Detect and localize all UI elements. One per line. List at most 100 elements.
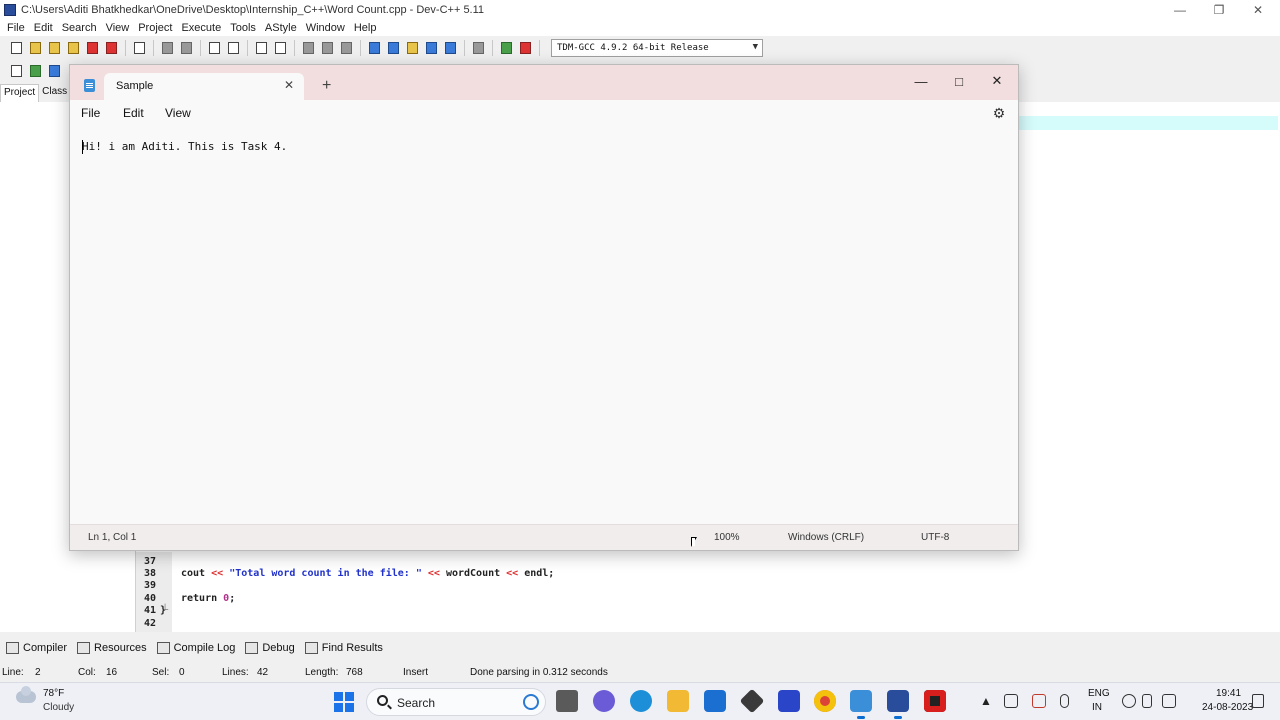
profile-chart-icon[interactable]	[498, 40, 515, 57]
redo-icon[interactable]	[178, 40, 195, 57]
save-icon[interactable]	[46, 40, 63, 57]
code-line[interactable]: 42	[136, 617, 156, 629]
microphone-icon[interactable]	[1060, 694, 1069, 708]
compile-run-icon[interactable]	[404, 40, 421, 57]
clock-date[interactable]: 24-08-2023	[1202, 702, 1253, 713]
notepad-minimize-icon[interactable]: —	[902, 69, 940, 93]
notepad-menu-view[interactable]: View	[165, 106, 191, 120]
notepad-encoding[interactable]: UTF-8	[921, 532, 949, 543]
notepad-titlebar[interactable]: Sample ✕ + — □ ✕	[70, 65, 1018, 100]
devcpp-titlebar[interactable]: C:\Users\Aditi Bhatkhedkar\OneDrive\Desk…	[0, 0, 1280, 19]
bookmark-forward-icon[interactable]	[319, 40, 336, 57]
add-to-project-icon[interactable]	[27, 63, 44, 80]
tab-project[interactable]: Project	[0, 84, 40, 102]
close-tab-icon[interactable]: ✕	[284, 78, 294, 92]
battery-icon[interactable]	[1162, 694, 1176, 708]
file-explorer-icon[interactable]	[667, 690, 689, 712]
microsoft-store-icon[interactable]	[704, 690, 726, 712]
task-view-icon[interactable]	[556, 690, 578, 712]
clock-time[interactable]: 19:41	[1216, 688, 1241, 699]
devcpp-close-icon[interactable]: ✕	[1238, 0, 1278, 19]
open-file-icon[interactable]	[27, 40, 44, 57]
notepad-menu-edit[interactable]: Edit	[123, 106, 144, 120]
notepad-close-icon[interactable]: ✕	[978, 69, 1016, 93]
tab-compile-log[interactable]: Compile Log	[156, 642, 242, 654]
menu-edit[interactable]: Edit	[31, 22, 59, 34]
cloud-weather-icon[interactable]	[16, 686, 36, 703]
menu-astyle[interactable]: AStyle	[262, 22, 303, 34]
notepad-tab[interactable]: Sample ✕	[104, 73, 304, 100]
find-icon[interactable]	[206, 40, 223, 57]
project-options-icon[interactable]	[46, 63, 63, 80]
tab-classes[interactable]: Class	[39, 84, 70, 102]
run-icon[interactable]	[385, 40, 402, 57]
volume-icon[interactable]	[1142, 694, 1152, 708]
network-globe-icon[interactable]	[1122, 694, 1136, 708]
weather-temperature[interactable]: 78°F	[43, 688, 64, 699]
screen-recorder-icon[interactable]	[924, 690, 946, 712]
menu-view[interactable]: View	[103, 22, 136, 34]
close-file-icon[interactable]	[84, 40, 101, 57]
devcpp-restore-icon[interactable]: ❐	[1199, 0, 1239, 19]
chat-icon[interactable]	[593, 690, 615, 712]
chrome-icon[interactable]	[814, 690, 836, 712]
devcpp-minimize-icon[interactable]: —	[1160, 0, 1200, 19]
new-tab-icon[interactable]: +	[322, 77, 331, 95]
notification-icon[interactable]	[1252, 694, 1264, 708]
gear-icon[interactable]: ⚙	[991, 105, 1007, 121]
close-all-icon[interactable]	[103, 40, 120, 57]
language-indicator[interactable]: ENG	[1088, 688, 1110, 699]
notepad-zoom-level[interactable]: 100%	[714, 532, 740, 543]
tab-resources[interactable]: Resources	[77, 642, 153, 654]
compiler-select[interactable]: TDM-GCC 4.9.2 64-bit Release ▼	[551, 39, 763, 57]
chevron-up-icon[interactable]: ▲	[980, 694, 992, 708]
menu-window[interactable]: Window	[303, 22, 351, 34]
dev-tool-icon[interactable]	[739, 688, 765, 714]
menu-search[interactable]: Search	[59, 22, 103, 34]
taskbar-search-box[interactable]: Search	[366, 688, 546, 716]
code-line[interactable]: 37	[136, 555, 174, 567]
print-icon[interactable]	[131, 40, 148, 57]
bookmark-back-icon[interactable]	[300, 40, 317, 57]
sync-icon[interactable]	[1032, 694, 1046, 708]
edge-browser-icon[interactable]	[630, 690, 652, 712]
menu-project[interactable]: Project	[135, 22, 178, 34]
menu-tools[interactable]: Tools	[227, 22, 262, 34]
syntax-check-icon[interactable]	[442, 40, 459, 57]
windows-start-icon[interactable]	[334, 692, 354, 712]
menu-help[interactable]: Help	[351, 22, 383, 34]
notepad-line-ending[interactable]: Windows (CRLF)	[788, 532, 864, 543]
notepad-taskbar-icon[interactable]	[850, 690, 872, 719]
indent-icon[interactable]	[253, 40, 270, 57]
new-project-icon[interactable]	[8, 63, 25, 80]
stop-execution-icon[interactable]	[470, 40, 487, 57]
debug-icon[interactable]	[517, 40, 534, 57]
goto-line-icon[interactable]	[338, 40, 355, 57]
code-line[interactable]: 38 cout << "Total word count in the file…	[136, 567, 554, 579]
code-line[interactable]: 41 └ }	[136, 604, 168, 616]
notepad-text-area[interactable]: Hi! i am Aditi. This is Task 4.	[70, 128, 1018, 524]
notepad-menu-file[interactable]: File	[81, 106, 100, 120]
weather-description[interactable]: Cloudy	[43, 702, 74, 713]
save-all-icon[interactable]	[65, 40, 82, 57]
tab-compiler[interactable]: Compiler	[6, 642, 73, 654]
code-line[interactable]: 39	[136, 579, 156, 591]
region-indicator[interactable]: IN	[1092, 702, 1102, 713]
undo-icon[interactable]	[159, 40, 176, 57]
vs-code-icon[interactable]	[778, 690, 800, 712]
code-line[interactable]: 40 return 0;	[136, 592, 235, 604]
code-text: cout << "Total word count in the file: "…	[181, 567, 555, 579]
devcpp-taskbar-icon[interactable]	[887, 690, 909, 719]
compile-icon[interactable]	[366, 40, 383, 57]
rebuild-icon[interactable]	[423, 40, 440, 57]
new-file-icon[interactable]	[8, 40, 25, 57]
onedrive-off-icon[interactable]	[1004, 694, 1018, 708]
tab-debug[interactable]: Debug	[245, 642, 300, 654]
tab-find-results[interactable]: Find Results	[304, 642, 389, 654]
menu-execute[interactable]: Execute	[178, 22, 227, 34]
notepad-maximize-icon[interactable]: □	[940, 69, 978, 93]
replace-icon[interactable]	[225, 40, 242, 57]
bing-icon[interactable]	[523, 694, 539, 710]
menu-file[interactable]: File	[4, 22, 31, 34]
unindent-icon[interactable]	[272, 40, 289, 57]
